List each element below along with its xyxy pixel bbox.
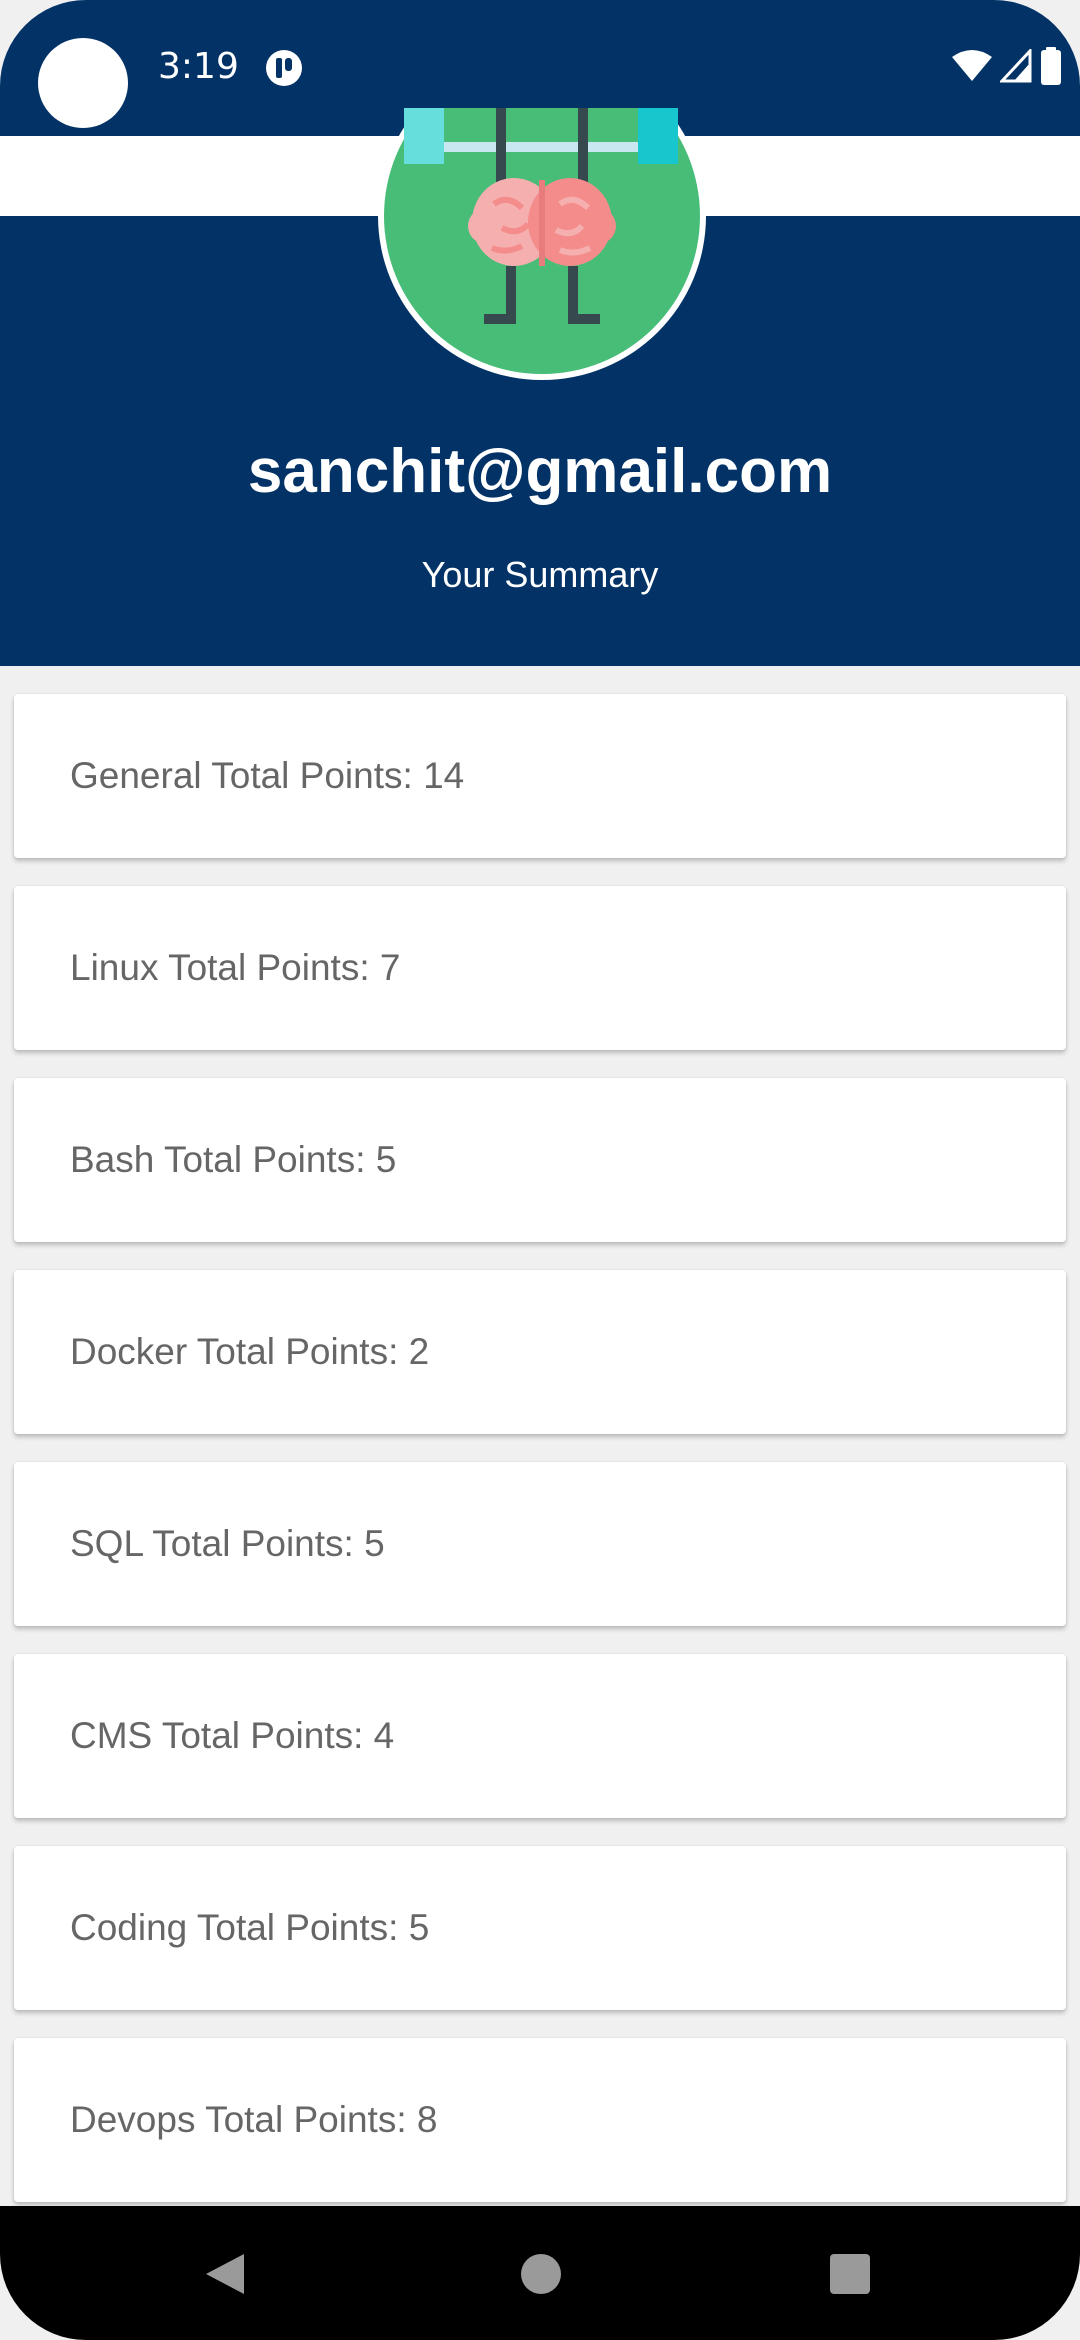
summary-title: Your Summary [421,554,659,595]
card-label: SQL Total Points: 5 [70,1523,385,1564]
summary-card-bash: Bash Total Points: 5 [14,1078,1066,1242]
card-label: Linux Total Points: 7 [70,947,401,988]
card-label: CMS Total Points: 4 [70,1715,395,1756]
summary-card-cms: CMS Total Points: 4 [14,1654,1066,1818]
summary-card-devops: Devops Total Points: 8 [14,2038,1066,2202]
home-icon[interactable] [521,2254,561,2294]
summary-card-coding: Coding Total Points: 5 [14,1846,1066,2010]
cellular-signal-icon [998,46,1032,88]
back-icon[interactable] [204,2252,246,2296]
summary-card-docker: Docker Total Points: 2 [14,1270,1066,1434]
summary-card-general: General Total Points: 14 [14,694,1066,858]
card-label: Docker Total Points: 2 [70,1331,430,1372]
recents-icon[interactable] [830,2254,870,2294]
summary-screen: 3:19 sanchit@gmail.com Your Summary Gene… [0,0,1080,2340]
camera-cutout [38,38,128,128]
wifi-icon [952,49,992,88]
navigation-bar [0,2206,1080,2340]
user-email: sanchit@gmail.com [247,437,833,506]
status-time: 3:19 [158,46,239,87]
status-icons [952,46,1062,90]
app-notification-icon [264,48,304,88]
card-label: General Total Points: 14 [70,755,465,796]
summary-card-linux: Linux Total Points: 7 [14,886,1066,1050]
brain-weightlifting-icon [374,108,710,384]
summary-card-list: General Total Points: 14 Linux Total Poi… [14,694,1066,2230]
battery-icon [1040,46,1062,90]
summary-card-sql: SQL Total Points: 5 [14,1462,1066,1626]
card-label: Bash Total Points: 5 [70,1139,397,1180]
card-label: Coding Total Points: 5 [70,1907,430,1948]
card-label: Devops Total Points: 8 [70,2099,438,2140]
